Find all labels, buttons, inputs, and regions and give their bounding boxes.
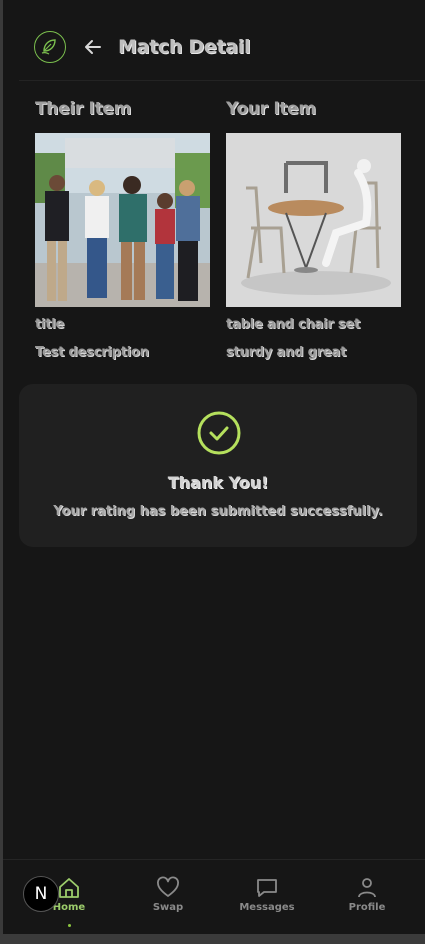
bottom-nav: Home Swap Messages Profile bbox=[3, 859, 425, 935]
user-icon bbox=[358, 878, 376, 898]
leaf-logo-icon bbox=[34, 31, 66, 63]
your-item-image[interactable] bbox=[226, 133, 401, 307]
arrow-left-icon[interactable] bbox=[82, 36, 104, 58]
nav-item-swap[interactable]: Swap bbox=[128, 876, 208, 913]
header: Match Detail bbox=[19, 0, 425, 81]
your-item-heading: Your Item bbox=[226, 99, 316, 119]
check-circle-icon bbox=[196, 410, 242, 456]
their-item-image[interactable] bbox=[35, 133, 210, 307]
your-item-title: table and chair set bbox=[226, 317, 361, 332]
confirmation-heading: Thank You! bbox=[167, 473, 269, 492]
nav-item-messages[interactable]: Messages bbox=[227, 876, 307, 913]
home-icon bbox=[59, 878, 79, 898]
message-icon bbox=[257, 879, 277, 897]
your-item-description: sturdy and great bbox=[226, 345, 347, 360]
app-screen: Match Detail Their Item title Test descr… bbox=[3, 0, 425, 935]
nav-item-profile[interactable]: Profile bbox=[327, 876, 407, 913]
nav-label-profile: Profile bbox=[348, 902, 386, 913]
their-item-title: title bbox=[35, 317, 65, 332]
nav-label-messages: Messages bbox=[239, 902, 295, 913]
nav-label-swap: Swap bbox=[152, 902, 184, 913]
heart-icon bbox=[157, 876, 179, 897]
confirmation-message: Your rating has been submitted successfu… bbox=[53, 504, 383, 519]
active-indicator-dot bbox=[68, 924, 71, 927]
dev-tools-badge[interactable]: N bbox=[23, 876, 59, 912]
page-title: Match Detail bbox=[118, 36, 251, 58]
bottom-strip bbox=[0, 934, 425, 944]
rating-confirmation-card: Thank You! Your rating has been submitte… bbox=[19, 384, 417, 547]
their-item-heading: Their Item bbox=[35, 99, 132, 119]
their-item-description: Test description bbox=[35, 345, 149, 360]
